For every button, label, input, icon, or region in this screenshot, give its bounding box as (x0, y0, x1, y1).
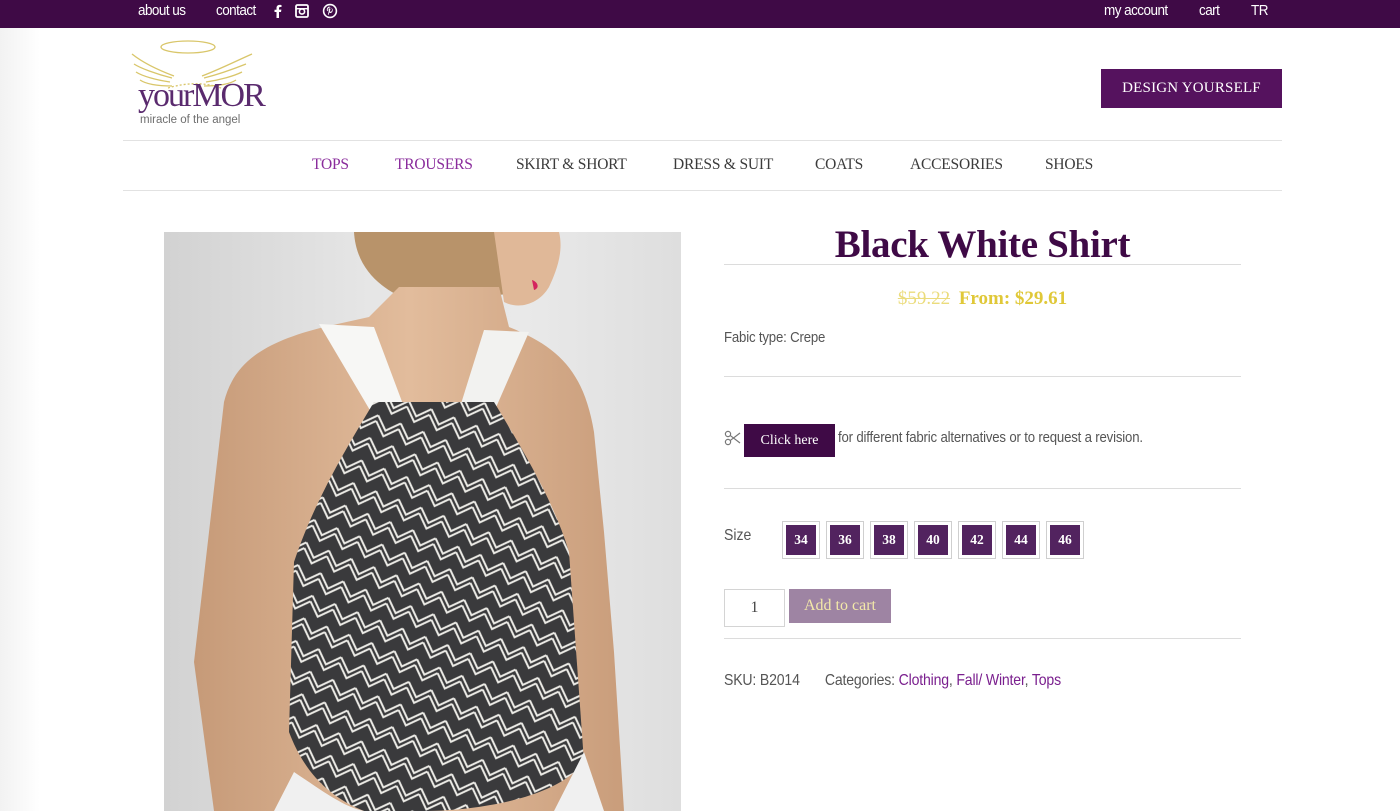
scissors-icon (724, 430, 741, 446)
language-switch-tr[interactable]: TR (1251, 2, 1268, 19)
size-option-34[interactable]: 34 (782, 521, 820, 559)
category-link-tops[interactable]: Tops (1032, 672, 1061, 689)
title-divider (724, 264, 1241, 265)
fabric-type: Fabic type: Crepe (724, 329, 826, 346)
main-navigation: TOPS TROUSERS SKIRT & SHORT DRESS & SUIT… (123, 140, 1282, 191)
contact-link[interactable]: contact (216, 2, 256, 19)
size-option-46[interactable]: 46 (1046, 521, 1084, 559)
revision-divider (724, 488, 1241, 489)
quantity-input[interactable] (724, 589, 785, 627)
product-price: $59.22 From: $29.61 (724, 288, 1241, 310)
nav-item-dress-suit[interactable]: DRESS & SUIT (673, 156, 773, 174)
cart-link[interactable]: cart (1199, 2, 1220, 19)
nav-item-trousers[interactable]: TROUSERS (395, 156, 473, 174)
add-to-cart-button[interactable]: Add to cart (789, 589, 891, 623)
product-meta: SKU: B2014 Categories: Clothing, Fall/ W… (724, 672, 1061, 689)
top-bar: about us contact my account cart TR (0, 0, 1400, 28)
sku-value: B2014 (759, 672, 800, 689)
nav-item-skirt-short[interactable]: SKIRT & SHORT (516, 156, 627, 174)
product-photo-illustration (194, 232, 624, 811)
site-logo[interactable]: yourMOR miracle of the angel (128, 36, 268, 128)
size-option-36[interactable]: 36 (826, 521, 864, 559)
sku-label: SKU: (724, 672, 757, 689)
facebook-icon[interactable] (270, 3, 286, 19)
fabric-divider (724, 376, 1241, 377)
nav-item-shoes[interactable]: SHOES (1045, 156, 1093, 174)
my-account-link[interactable]: my account (1104, 2, 1168, 19)
logo-wordmark: yourMOR (138, 77, 266, 114)
product-title: Black White Shirt (834, 223, 1131, 266)
cart-divider (724, 638, 1241, 639)
size-option-40[interactable]: 40 (914, 521, 952, 559)
sale-price: From: $29.61 (958, 288, 1068, 309)
nav-item-accesories[interactable]: ACCESORIES (910, 156, 1003, 174)
click-here-button[interactable]: Click here (744, 424, 835, 457)
categories-label: Categories: (824, 672, 895, 689)
original-price: $59.22 (897, 288, 951, 309)
category-link-fall-winter[interactable]: Fall/ Winter (956, 672, 1024, 689)
size-option-42[interactable]: 42 (958, 521, 996, 559)
design-yourself-button[interactable]: DESIGN YOURSELF (1101, 69, 1282, 108)
revision-text: for different fabric alternatives or to … (838, 429, 1143, 446)
instagram-icon[interactable] (294, 3, 310, 19)
logo-tagline: miracle of the angel (140, 114, 240, 126)
size-option-38[interactable]: 38 (870, 521, 908, 559)
about-us-link[interactable]: about us (138, 2, 186, 19)
size-label: Size (724, 527, 752, 544)
nav-item-coats[interactable]: COATS (815, 156, 863, 174)
size-selector: 34 36 38 40 42 44 46 (782, 521, 1084, 559)
product-image[interactable] (164, 232, 681, 811)
category-link-clothing[interactable]: Clothing (899, 672, 949, 689)
size-option-44[interactable]: 44 (1002, 521, 1040, 559)
nav-item-tops[interactable]: TOPS (312, 156, 349, 174)
pinterest-icon[interactable] (322, 3, 338, 19)
page-side-shadow (0, 28, 40, 811)
